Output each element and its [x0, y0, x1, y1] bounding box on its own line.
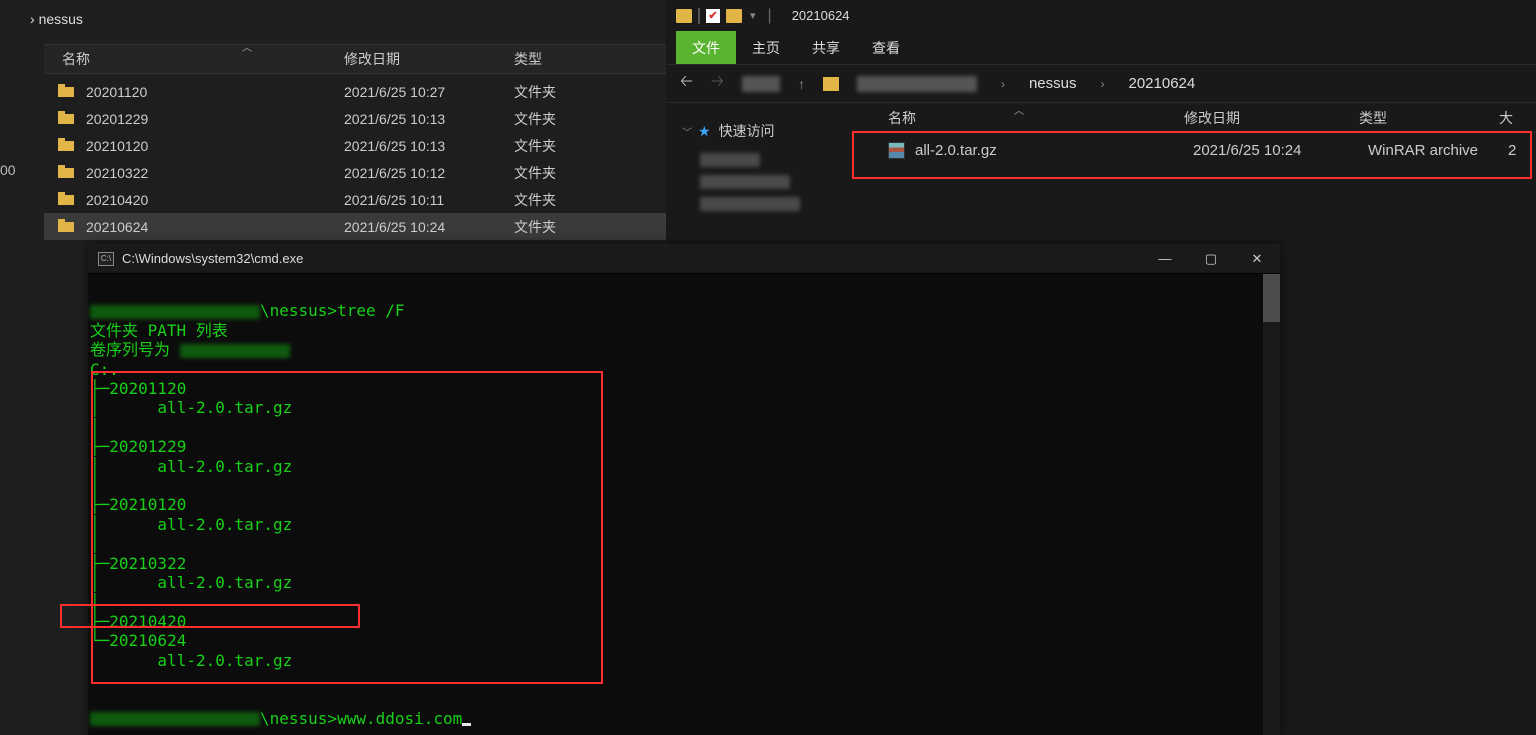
breadcrumb-tail: nessus	[39, 11, 83, 27]
row-type: 文件夹	[514, 82, 614, 102]
col-date[interactable]: 修改日期	[1184, 108, 1359, 128]
row-type: 文件夹	[514, 136, 614, 156]
up-icon[interactable]: ↑	[798, 76, 805, 92]
cmd-output[interactable]: \nessus>tree /F 文件夹 PATH 列表 卷序列号为 C:. ├─…	[88, 274, 1280, 728]
row-name: 20201120	[86, 84, 344, 100]
cmd-icon: C:\	[98, 252, 114, 266]
row-date: 2021/6/25 10:11	[344, 192, 514, 208]
row-name: 20210624	[86, 219, 344, 235]
forward-icon[interactable]: 🡢	[711, 70, 724, 97]
window-title: 20210624	[792, 8, 850, 23]
row-date: 2021/6/25 10:24	[344, 219, 514, 235]
row-type: 文件夹	[514, 163, 614, 183]
file-row[interactable]: all-2.0.tar.gz 2021/6/25 10:24 WinRAR ar…	[864, 133, 1536, 167]
file-type: WinRAR archive	[1368, 142, 1508, 159]
cmd-titlebar[interactable]: C:\ C:\Windows\system32\cmd.exe — ▢ ✕	[88, 244, 1280, 274]
col-date[interactable]: 修改日期	[344, 49, 514, 69]
col-size[interactable]: 大	[1499, 108, 1513, 128]
folder-icon	[676, 9, 692, 23]
row-date: 2021/6/25 10:27	[344, 84, 514, 100]
row-type: 文件夹	[514, 217, 614, 237]
ribbon-tab[interactable]: 主页	[736, 31, 796, 64]
folder-icon	[823, 77, 839, 91]
file-list: 20201120 2021/6/25 10:27 文件夹 20201229 20…	[44, 78, 666, 240]
column-headers: ︿ 名称 修改日期 类型	[44, 44, 666, 74]
row-name: 20210322	[86, 165, 344, 181]
star-icon: ★	[698, 123, 711, 140]
expand-icon[interactable]: ﹀	[682, 124, 692, 139]
address-bar[interactable]: 🡠 🡢 ↑ › nessus › 20210624	[666, 65, 1536, 103]
ribbon-tab[interactable]: 文件	[676, 31, 736, 64]
file-name: all-2.0.tar.gz	[915, 142, 1193, 159]
file-date: 2021/6/25 10:24	[1193, 142, 1368, 159]
sort-indicator-icon: ︿	[242, 39, 252, 54]
crumb-nessus[interactable]: nessus	[1029, 75, 1077, 92]
col-name[interactable]: ︿名称	[864, 108, 1184, 128]
maximize-button[interactable]: ▢	[1188, 244, 1234, 274]
minimize-button[interactable]: —	[1142, 244, 1188, 274]
row-date: 2021/6/25 10:12	[344, 165, 514, 181]
row-name: 20201229	[86, 111, 344, 127]
breadcrumb[interactable]: › nessus	[30, 11, 83, 27]
row-type: 文件夹	[514, 190, 614, 210]
scrollbar[interactable]	[1263, 274, 1280, 735]
quick-access-label: 快速访问	[719, 121, 775, 141]
folder-row[interactable]: 20210120 2021/6/25 10:13 文件夹	[44, 132, 666, 159]
folder-icon	[726, 9, 742, 23]
row-name: 20210420	[86, 192, 344, 208]
close-button[interactable]: ✕	[1234, 244, 1280, 274]
file-size: 2	[1508, 142, 1516, 159]
folder-row[interactable]: 20210420 2021/6/25 10:11 文件夹	[44, 186, 666, 213]
ribbon-tab[interactable]: 查看	[856, 31, 916, 64]
folder-icon	[58, 111, 78, 127]
row-name: 20210120	[86, 138, 344, 154]
folder-row[interactable]: 20210624 2021/6/25 10:24 文件夹	[44, 213, 666, 240]
ribbon-tab[interactable]: 共享	[796, 31, 856, 64]
row-date: 2021/6/25 10:13	[344, 138, 514, 154]
crumb-folder[interactable]: 20210624	[1128, 75, 1195, 92]
folder-row[interactable]: 20201120 2021/6/25 10:27 文件夹	[44, 78, 666, 105]
folder-row[interactable]: 20201229 2021/6/25 10:13 文件夹	[44, 105, 666, 132]
folder-icon	[58, 138, 78, 154]
check-icon: ✔	[706, 9, 720, 23]
scroll-thumb[interactable]	[1263, 274, 1280, 322]
folder-icon	[58, 192, 78, 208]
cmd-window: C:\ C:\Windows\system32\cmd.exe — ▢ ✕ \n…	[88, 244, 1280, 735]
folder-row[interactable]: 20210322 2021/6/25 10:12 文件夹	[44, 159, 666, 186]
folder-icon	[58, 165, 78, 181]
quick-access[interactable]: ﹀ ★ 快速访问	[666, 117, 864, 145]
row-date: 2021/6/25 10:13	[344, 111, 514, 127]
rar-icon	[888, 142, 905, 159]
ribbon-tabs: 文件主页共享查看	[666, 31, 1536, 65]
col-name[interactable]: 名称	[44, 49, 344, 69]
folder-icon	[58, 84, 78, 100]
sort-indicator-icon: ︿	[1014, 102, 1024, 117]
quick-dropdown-icon[interactable]: ▾	[750, 9, 756, 22]
back-icon[interactable]: 🡠	[680, 70, 693, 97]
column-headers: ︿名称 修改日期 类型 大	[864, 103, 1536, 133]
col-type[interactable]: 类型	[514, 49, 614, 69]
row-type: 文件夹	[514, 109, 614, 129]
folder-icon	[58, 219, 78, 235]
col-type[interactable]: 类型	[1359, 108, 1499, 128]
titlebar: ✔ ▾ | 20210624	[666, 0, 1536, 31]
cmd-title-text: C:\Windows\system32\cmd.exe	[122, 251, 303, 266]
gutter-number: 00	[0, 162, 16, 178]
